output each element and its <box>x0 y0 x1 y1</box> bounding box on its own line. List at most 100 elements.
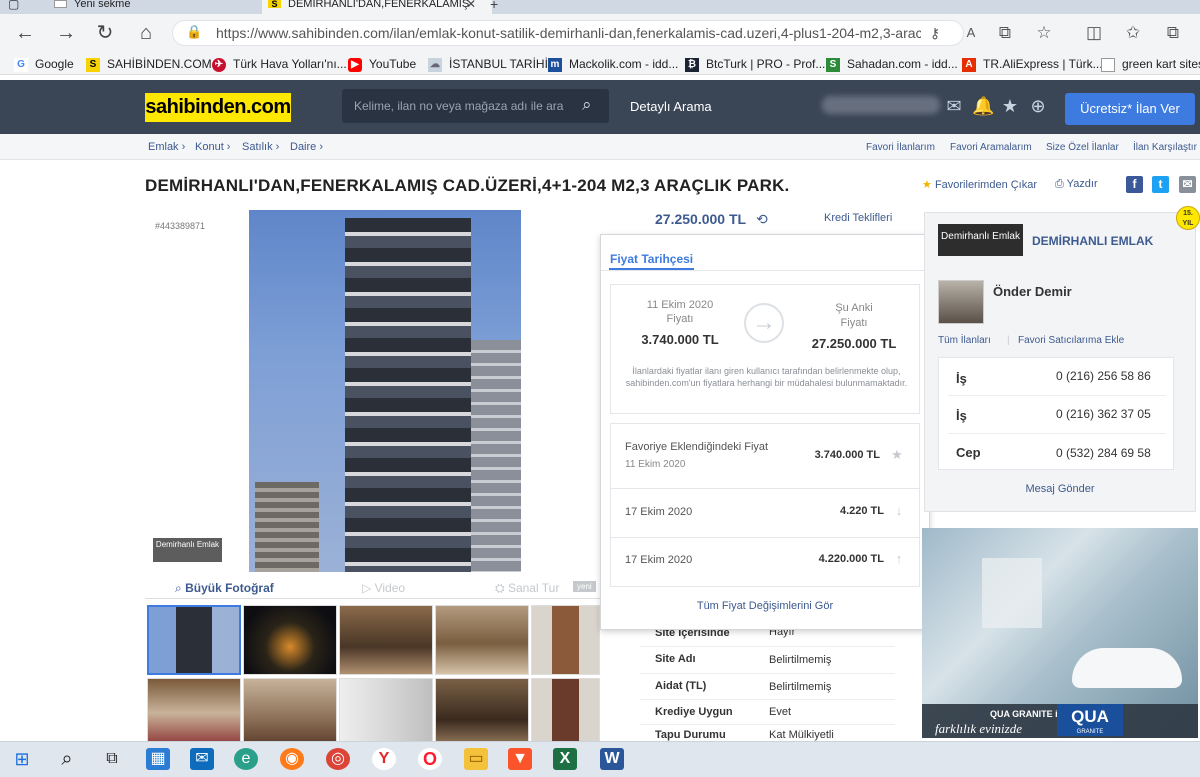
reload-icon[interactable]: ↻ <box>94 22 116 44</box>
site-search-input[interactable]: Kelime, ilan no veya mağaza adı ile ara <box>342 89 609 123</box>
bookmark-sahibinden[interactable]: S SAHİBİNDEN.COM <box>86 56 212 72</box>
site-logo[interactable]: sahibinden.com <box>145 93 291 122</box>
url-text[interactable]: https://www.sahibinden.com/ilan/emlak-ko… <box>216 25 921 41</box>
tab-label: DEMİRHANLI'DAN,FENERKALAMIŞ <box>288 0 470 10</box>
post-listing-button[interactable]: Ücretsiz* İlan Ver <box>1065 93 1195 125</box>
phone-number[interactable]: 0 (216) 362 37 05 <box>1056 407 1151 421</box>
word-icon[interactable]: W <box>600 748 624 770</box>
favorite-star-icon[interactable]: ☆ <box>1033 22 1055 44</box>
bell-icon[interactable]: 🔔 <box>972 96 994 117</box>
chrome-icon[interactable]: ◎ <box>326 748 350 770</box>
bookmark-mackolik[interactable]: m Mackolik.com - idd... <box>548 56 678 72</box>
browser-tab-new[interactable]: Yeni sekme <box>48 0 258 14</box>
photo-thumbnail[interactable] <box>531 605 600 675</box>
divider <box>640 699 895 700</box>
favorites-icon[interactable]: ✩ <box>1122 22 1144 44</box>
bookmark-aliexpress[interactable]: A TR.AliExpress | Türk... <box>962 56 1103 72</box>
remove-favorite-link[interactable]: ★ Favorilerimden Çıkar <box>922 178 1037 191</box>
photo-thumbnail[interactable] <box>147 605 241 675</box>
phone-number[interactable]: 0 (216) 256 58 86 <box>1056 369 1151 383</box>
new-badge: yeni <box>573 581 596 592</box>
back-icon[interactable]: ← <box>14 22 36 44</box>
print-link[interactable]: ⎙ Yazdır <box>1055 178 1098 191</box>
store-logo[interactable]: Demirhanlı Emlak <box>938 224 1023 256</box>
btcturk-icon: ₿ <box>685 57 699 72</box>
bookmark-btcturk[interactable]: ₿ BtcTurk | PRO - Prof... <box>685 56 825 72</box>
mail-icon[interactable]: ✉ <box>944 96 964 117</box>
twitter-icon[interactable]: t <box>1152 176 1169 193</box>
extension-icon[interactable]: ⧉ <box>994 22 1016 44</box>
task-view-icon[interactable]: ⧉ <box>100 748 124 770</box>
split-screen-icon[interactable]: ◫ <box>1083 22 1105 44</box>
breadcrumb-konut[interactable]: Konut › <box>195 141 230 153</box>
brave-icon[interactable]: ▼ <box>508 748 532 770</box>
first-price-label: Fiyatı <box>666 313 694 325</box>
photo-thumbnail[interactable] <box>243 605 337 675</box>
detailed-search-link[interactable]: Detaylı Arama <box>630 99 712 114</box>
bookmark-google[interactable]: G Google <box>14 56 74 72</box>
photo-thumbnail[interactable] <box>435 605 529 675</box>
favorite-listings-link[interactable]: Favori İlanlarım <box>866 142 935 153</box>
store-icon[interactable]: ▦ <box>146 748 170 770</box>
forward-icon[interactable]: → <box>55 22 77 44</box>
send-message-link[interactable]: Mesaj Gönder <box>924 483 1196 495</box>
credit-offers-link[interactable]: Kredi Teklifleri <box>824 212 892 224</box>
read-aloud-icon[interactable]: A <box>960 22 982 44</box>
divider <box>640 724 895 725</box>
compare-listings-link[interactable]: İlan Karşılaştır <box>1133 142 1197 153</box>
username-blurred[interactable] <box>822 96 940 114</box>
bookmark-istanbul-tarihi[interactable]: ☁ İSTANBUL TARİHİ <box>428 56 548 72</box>
main-photo[interactable] <box>249 210 521 572</box>
plus-icon[interactable]: + <box>490 0 504 11</box>
photo-thumbnail[interactable] <box>243 678 337 748</box>
tab-price-history[interactable]: Fiyat Tarihçesi <box>610 252 693 266</box>
photo-thumbnail[interactable] <box>339 605 433 675</box>
close-tab-icon[interactable]: ✕ <box>466 0 480 10</box>
tab-actions-icon[interactable]: ▢ <box>8 0 28 12</box>
search-icon[interactable]: ⌕ <box>582 95 592 115</box>
bookmark-green-kart[interactable]: green kart sitesi <box>1101 56 1200 72</box>
email-share-icon[interactable]: ✉ <box>1179 176 1196 193</box>
edge-icon[interactable]: e <box>234 748 258 770</box>
special-listings-link[interactable]: Size Özel İlanlar <box>1046 142 1119 153</box>
windows-start-icon[interactable]: ⊞ <box>10 748 34 770</box>
facebook-icon[interactable]: f <box>1126 176 1143 193</box>
history-row-value: 3.740.000 TL <box>814 449 880 461</box>
lock-icon[interactable]: 🔒 <box>186 24 202 40</box>
file-explorer-icon[interactable]: ▭ <box>464 748 488 770</box>
key-icon[interactable]: ⚷ <box>924 22 946 44</box>
breadcrumb-daire[interactable]: Daire › <box>290 141 323 153</box>
star-icon[interactable]: ★ <box>1000 96 1020 117</box>
bookmark-thy[interactable]: ✈ Türk Hava Yolları'nı... <box>212 56 347 72</box>
photo-thumbnail[interactable] <box>435 678 529 748</box>
all-listings-link[interactable]: Tüm İlanları <box>938 335 991 346</box>
mail-icon[interactable]: ✉ <box>190 748 214 770</box>
firefox-icon[interactable]: ◉ <box>280 748 304 770</box>
photo-thumbnail[interactable] <box>531 678 600 748</box>
photo-thumbnail[interactable] <box>147 678 241 748</box>
photo-thumbnail[interactable] <box>339 678 433 748</box>
info-label: Aidat (TL) <box>655 680 707 692</box>
collections-icon[interactable]: ⧉ <box>1162 22 1184 44</box>
yandex-icon[interactable]: Y <box>372 748 396 770</box>
breadcrumb-emlak[interactable]: Emlak › <box>148 141 185 153</box>
excel-icon[interactable]: X <box>553 748 577 770</box>
home-icon[interactable]: ⌂ <box>135 22 157 44</box>
all-price-changes-link[interactable]: Tüm Fiyat Değişimlerini Gör <box>600 600 930 612</box>
search-plus-icon[interactable]: ⊕ <box>1028 96 1048 117</box>
browser-tab-active[interactable]: S DEMİRHANLI'DAN,FENERKALAMIŞ <box>262 0 492 14</box>
bookmark-youtube[interactable]: ▶ YouTube <box>348 56 416 72</box>
breadcrumb-satilik[interactable]: Satılık › <box>242 141 279 153</box>
favorite-searches-link[interactable]: Favori Aramalarım <box>950 142 1032 153</box>
bookmark-sahadan[interactable]: S Sahadan.com - idd... <box>826 56 958 72</box>
phone-number[interactable]: 0 (532) 284 69 58 <box>1056 446 1151 460</box>
ad-logo[interactable]: QUA GRANITE <box>1057 704 1123 736</box>
aliexpress-icon: A <box>962 57 976 72</box>
history-icon[interactable]: ⟲ <box>756 211 768 228</box>
search-icon[interactable]: ⌕ <box>55 748 79 770</box>
big-photo-tab[interactable]: ⌕ Büyük Fotoğraf <box>175 581 274 596</box>
add-favorite-seller-link[interactable]: Favori Satıcılarıma Ekle <box>1018 335 1124 346</box>
opera-icon[interactable]: O <box>418 748 442 770</box>
photo-watermark: Demirhanlı Emlak <box>153 538 222 562</box>
store-name[interactable]: DEMİRHANLI EMLAK <box>1032 234 1153 248</box>
